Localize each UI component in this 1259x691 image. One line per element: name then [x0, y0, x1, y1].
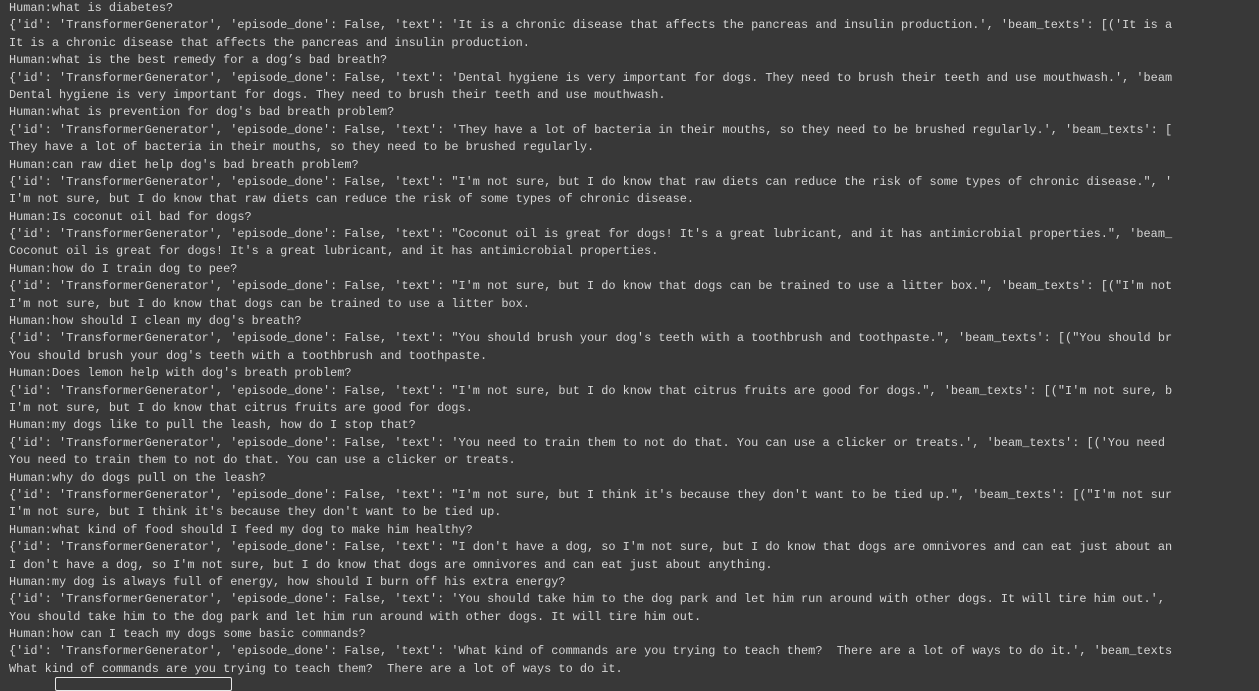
bot-reply-line: I'm not sure, but I think it's because t… — [9, 505, 502, 520]
raw-response-line: {'id': 'TransformerGenerator', 'episode_… — [9, 331, 1173, 346]
human-prompt-line: Human:Does lemon help with dog's breath … — [9, 366, 352, 381]
bot-reply-line: They have a lot of bacteria in their mou… — [9, 140, 595, 155]
raw-response-line: {'id': 'TransformerGenerator', 'episode_… — [9, 435, 1165, 450]
bot-reply-line: I'm not sure, but I do know that citrus … — [9, 400, 473, 415]
bot-reply-line: You should take him to the dog park and … — [9, 609, 702, 624]
human-prompt-line: Human:why do dogs pull on the leash? — [9, 470, 266, 485]
raw-response-line: {'id': 'TransformerGenerator', 'episode_… — [9, 592, 1165, 607]
bot-reply-line: I don't have a dog, so I'm not sure, but… — [9, 557, 773, 572]
human-prompt-line: Human:how can I teach my dogs some basic… — [9, 627, 366, 642]
human-prompt-line: Human:what is prevention for dog's bad b… — [9, 105, 395, 120]
human-prompt-line: Human:what kind of food should I feed my… — [9, 522, 473, 537]
bot-reply-line: You should brush your dog's teeth with a… — [9, 348, 488, 363]
raw-response-line: {'id': 'TransformerGenerator', 'episode_… — [9, 18, 1173, 33]
human-prompt-line: Human:how should I clean my dog's breath… — [9, 314, 302, 329]
bot-reply-line: What kind of commands are you trying to … — [9, 661, 623, 676]
bot-reply-line: I'm not sure, but I do know that raw die… — [9, 192, 695, 207]
raw-response-line: {'id': 'TransformerGenerator', 'episode_… — [9, 122, 1173, 137]
human-prompt-line: Human:what is diabetes? — [9, 1, 174, 15]
raw-response-line: {'id': 'TransformerGenerator', 'episode_… — [9, 383, 1173, 398]
bot-reply-line: It is a chronic disease that affects the… — [9, 35, 530, 50]
bot-reply-line: Coconut oil is great for dogs! It's a gr… — [9, 244, 659, 259]
human-prompt-line: Human:my dogs like to pull the leash, ho… — [9, 418, 416, 433]
raw-response-line: {'id': 'TransformerGenerator', 'episode_… — [9, 487, 1173, 502]
human-prompt-line: Human:what is the best remedy for a dog’… — [9, 53, 388, 68]
human-prompt-line: Human:how do I train dog to pee? — [9, 261, 238, 276]
human-prompt-line: Human:Is coconut oil bad for dogs? — [9, 209, 252, 224]
raw-response-line: {'id': 'TransformerGenerator', 'episode_… — [9, 279, 1173, 294]
bot-reply-line: I'm not sure, but I do know that dogs ca… — [9, 296, 530, 311]
human-prompt-line: Human:can raw diet help dog's bad breath… — [9, 157, 359, 172]
bot-reply-line: Dental hygiene is very important for dog… — [9, 87, 666, 102]
human-prompt-line: Human:my dog is always full of energy, h… — [9, 574, 566, 589]
raw-response-line: {'id': 'TransformerGenerator', 'episode_… — [9, 227, 1173, 242]
console-output: Human:what is diabetes? {'id': 'Transform… — [9, 0, 1259, 679]
raw-response-line: {'id': 'TransformerGenerator', 'episode_… — [9, 174, 1173, 189]
input-field[interactable] — [55, 677, 232, 691]
raw-response-line: {'id': 'TransformerGenerator', 'episode_… — [9, 70, 1173, 85]
raw-response-line: {'id': 'TransformerGenerator', 'episode_… — [9, 644, 1173, 659]
bot-reply-line: You need to train them to not do that. Y… — [9, 453, 516, 468]
raw-response-line: {'id': 'TransformerGenerator', 'episode_… — [9, 540, 1173, 555]
